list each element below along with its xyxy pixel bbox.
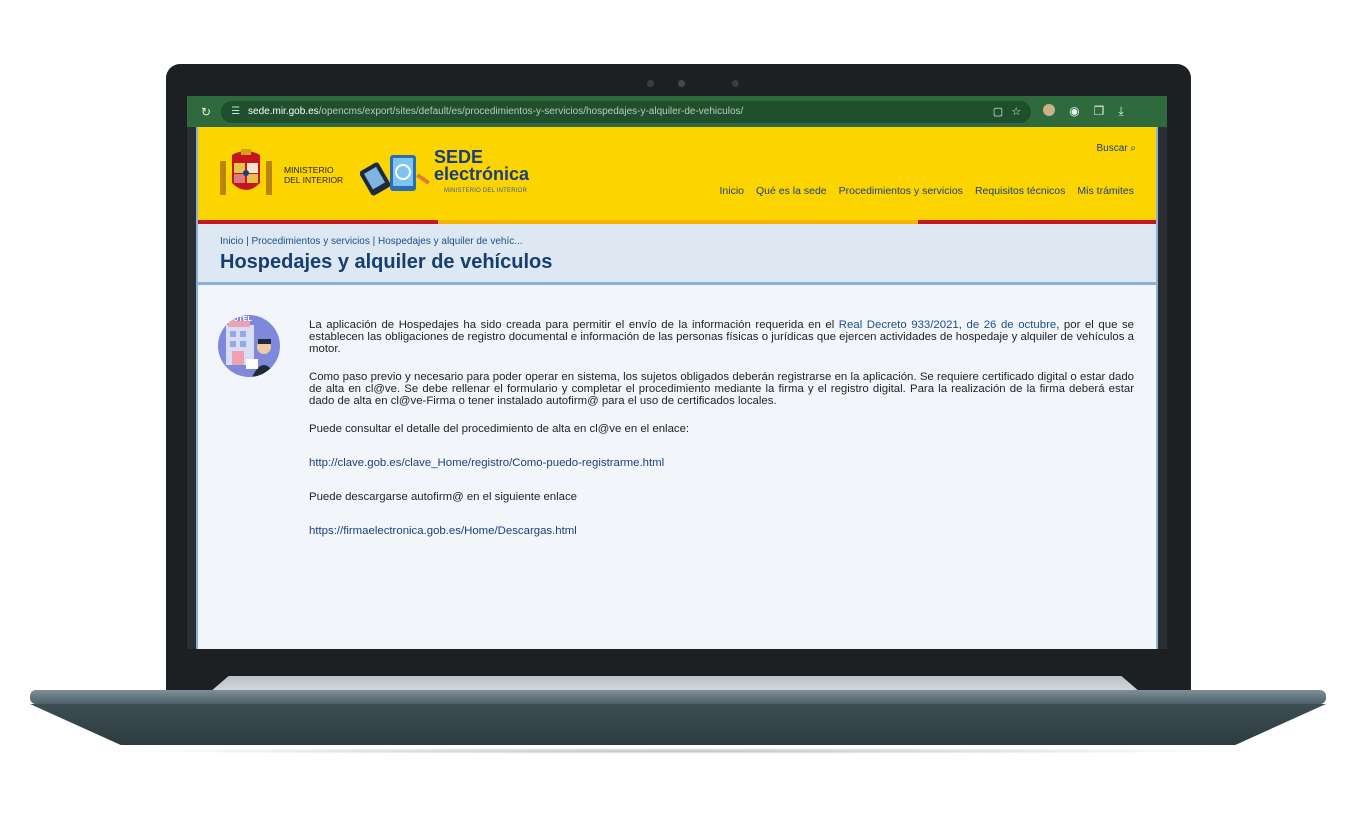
coat-of-arms-icon [220, 149, 272, 195]
main-content: HOTEL La aplicación de Hospedajes ha sid… [198, 285, 1156, 649]
firma-link[interactable]: https://firmaelectronica.gob.es/Home/Des… [309, 525, 1134, 537]
ministry-name: MINISTERIO DEL INTERIOR [284, 165, 343, 185]
url-path: /opencms/export/sites/default/es/procedi… [318, 106, 744, 117]
ministry-line-1: MINISTERIO [284, 165, 334, 175]
profile-avatar[interactable] [1043, 104, 1056, 116]
title-band: Inicio | Procedimientos y servicios | Ho… [198, 224, 1156, 285]
reload-icon[interactable]: ↻ [201, 105, 211, 119]
clave-link[interactable]: http://clave.gob.es/clave_Home/registro/… [309, 457, 1134, 469]
extension-icon[interactable]: ◉ [1069, 104, 1079, 119]
hotel-sign: HOTEL [228, 316, 252, 323]
nav-procedimientos[interactable]: Procedimientos y servicios [839, 185, 963, 197]
hotel-receptionist-icon [226, 321, 276, 377]
real-decreto-link[interactable]: Real Decreto 933/2021, de 26 de octubre [839, 319, 1056, 331]
browser-toolbar: ↻ ☰ sede.mir.gob.es /opencms/export/site… [187, 96, 1167, 127]
sede-ministry: MINISTERIO DEL INTERIOR [444, 188, 528, 194]
web-page: MINISTERIO DEL INTERIOR SEDE electrónica… [196, 127, 1158, 649]
download-icon[interactable]: ⤓ [1118, 104, 1123, 119]
search-label: Buscar [1096, 143, 1128, 154]
puzzle-icon[interactable]: ❐ [1094, 104, 1105, 119]
p1-text: La aplicación de Hospedajes ha sido crea… [309, 319, 839, 331]
main-nav: Inicio Qué es la sede Procedimientos y s… [719, 185, 1134, 197]
url-host: sede.mir.gob.es [248, 106, 319, 117]
address-bar[interactable]: ☰ sede.mir.gob.es /opencms/export/sites/… [221, 100, 1032, 123]
nav-mis-tramites[interactable]: Mis trámites [1077, 185, 1134, 197]
site-header: MINISTERIO DEL INTERIOR SEDE electrónica… [198, 127, 1156, 223]
ministry-line-2: DEL INTERIOR [284, 175, 344, 185]
article-text: La aplicación de Hospedajes ha sido crea… [309, 319, 1134, 549]
paragraph-1: La aplicación de Hospedajes ha sido crea… [309, 319, 1134, 355]
paragraph-2: Como paso previo y necesario para poder … [309, 371, 1134, 407]
search-button[interactable]: Buscar ⌕ [1096, 143, 1136, 154]
breadcrumb[interactable]: Inicio | Procedimientos y servicios | Ho… [220, 236, 523, 247]
laptop-base [30, 704, 1326, 745]
hotel-illustration: HOTEL [218, 315, 280, 377]
page-title: Hospedajes y alquiler de vehículos [220, 251, 553, 273]
camera-lens [678, 80, 685, 87]
nav-inicio[interactable]: Inicio [719, 185, 744, 197]
paragraph-3: Puede consultar el detalle del procedimi… [309, 423, 690, 435]
camera-dot [732, 80, 739, 87]
paragraph-4: Puede descargarse autofirm@ en el siguie… [309, 491, 578, 503]
cast-icon[interactable]: ▢ [993, 105, 1003, 118]
sede-subtitle: electrónica [434, 164, 530, 184]
sede-devices-icon [360, 155, 430, 196]
nav-requisitos[interactable]: Requisitos técnicos [975, 185, 1065, 197]
bookmark-star-icon[interactable]: ☆ [1011, 105, 1021, 118]
camera-dot [647, 80, 654, 87]
site-settings-icon[interactable]: ☰ [231, 106, 240, 117]
nav-que-es-la-sede[interactable]: Qué es la sede [756, 185, 827, 197]
laptop-base-edge [30, 690, 1326, 704]
laptop-screen: ↻ ☰ sede.mir.gob.es /opencms/export/site… [187, 96, 1167, 649]
search-icon: ⌕ [1130, 143, 1136, 154]
laptop-shadow [90, 748, 1266, 754]
